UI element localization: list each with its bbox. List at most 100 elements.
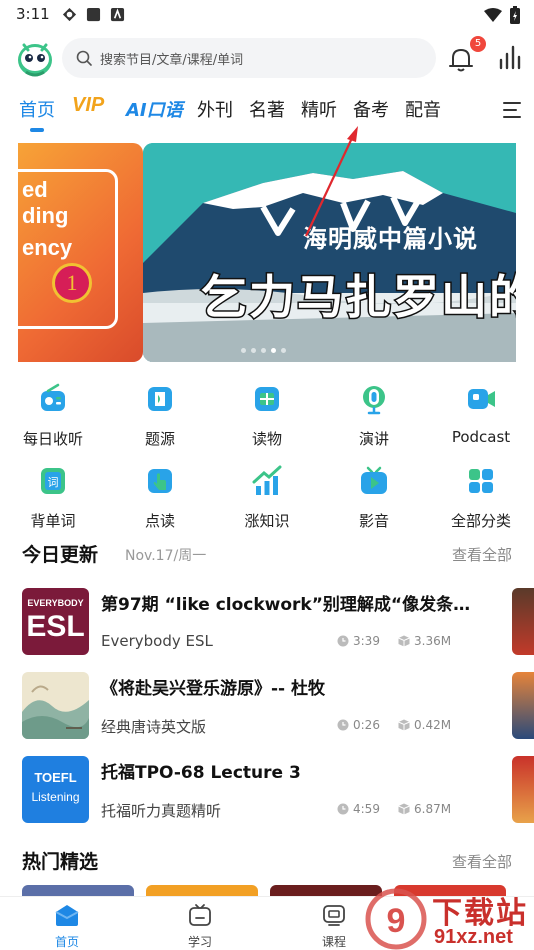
grid-label: 点读	[144, 512, 175, 530]
peek-card[interactable]	[512, 672, 534, 739]
duration-text: 3:39	[353, 634, 380, 648]
grid-item-daily-listening[interactable]: 每日收听	[0, 382, 106, 449]
grid-label: 演讲	[358, 430, 389, 448]
thumbnail-text: Listening	[31, 790, 80, 804]
package-icon	[398, 719, 410, 731]
vocabulary-icon: 词	[41, 468, 65, 494]
svg-text:9: 9	[387, 902, 406, 940]
avatar[interactable]	[16, 38, 54, 78]
top-bar: 搜索节目/文章/课程/单词 5	[0, 34, 534, 84]
site-watermark: 9 下载站 91xz.net	[362, 888, 532, 950]
list-item[interactable]: 《将赴吴兴登乐游原》-- 杜牧 经典唐诗英文版 0:26 0.42M	[22, 672, 512, 744]
size-text: 6.87M	[414, 802, 452, 816]
item-source: 托福听力真题精听	[101, 802, 222, 820]
item-duration: 4:59	[337, 802, 380, 816]
carousel-dot[interactable]	[261, 348, 266, 353]
all-categories-icon	[469, 469, 493, 493]
tv-play-icon	[361, 466, 387, 494]
grid-item-vocabulary[interactable]: 词 背单词	[0, 464, 106, 531]
carousel-dot[interactable]	[251, 348, 256, 353]
tab-dubbing[interactable]: 配音	[405, 96, 441, 122]
grid-item-podcast[interactable]: Podcast	[428, 382, 534, 446]
section-title: 今日更新	[22, 544, 99, 566]
item-duration: 0:26	[337, 718, 380, 732]
duration-text: 4:59	[353, 802, 380, 816]
grid-item-knowledge[interactable]: 涨知识	[214, 464, 320, 531]
grid-item-all-categories[interactable]: 全部分类	[428, 464, 534, 531]
svg-text:词: 词	[48, 476, 59, 489]
reader-icon	[255, 387, 279, 411]
tab-ai-speaking[interactable]: AI口语	[126, 96, 183, 122]
item-source: Everybody ESL	[101, 632, 213, 650]
search-icon	[76, 50, 92, 66]
grid-item-speeches[interactable]: 演讲	[321, 382, 427, 449]
status-bar: 3:11	[0, 0, 534, 28]
grid-label: 每日收听	[22, 430, 83, 448]
peek-card[interactable]	[512, 756, 534, 823]
banner-slide-previous[interactable]: ed ding ency 1	[18, 143, 143, 362]
tab-classics[interactable]: 名著	[249, 96, 285, 122]
nav-courses[interactable]: 课程	[304, 903, 364, 950]
grid-item-question-source[interactable]: 题源	[107, 382, 213, 449]
peek-card[interactable]	[512, 588, 534, 655]
grid-item-readings[interactable]: 读物	[214, 382, 320, 449]
thumbnail: TOEFL Listening	[22, 756, 89, 823]
search-input[interactable]: 搜索节目/文章/课程/单词	[62, 38, 436, 78]
grid-item-tap-read[interactable]: 点读	[107, 464, 213, 531]
carousel-dot[interactable]	[241, 348, 246, 353]
tab-exam-prep[interactable]: 备考	[353, 96, 389, 122]
level-medal: 1	[52, 263, 92, 303]
list-item[interactable]: TOEFL Listening 托福TPO-68 Lecture 3 托福听力真…	[22, 756, 512, 828]
thumbnail: EVERYBODY ESL	[22, 588, 89, 655]
active-tab-indicator	[30, 128, 44, 132]
carousel-dot[interactable]	[281, 348, 286, 353]
tab-home[interactable]: 首页	[19, 96, 55, 122]
section-title: 热门精选	[22, 851, 99, 873]
banner-left-text-2: ding	[22, 203, 69, 228]
banner-slide-current[interactable]: 海明威中篇小说 乞力马扎罗山的	[143, 143, 516, 362]
nav-label: 学习	[187, 935, 212, 949]
grid-label: 涨知识	[244, 512, 290, 530]
menu-icon[interactable]	[502, 100, 522, 120]
thumbnail	[22, 672, 89, 739]
carousel-dot-active[interactable]	[271, 348, 276, 353]
clock-icon	[337, 719, 349, 731]
stats-icon[interactable]	[498, 44, 522, 70]
package-icon	[398, 635, 410, 647]
nav-study[interactable]: 学习	[170, 903, 230, 950]
hot-section-header: 热门精选 查看全部	[22, 847, 512, 875]
tab-intensive-listening[interactable]: 精听	[301, 96, 337, 122]
book-icon	[148, 387, 172, 411]
size-text: 3.36M	[414, 634, 452, 648]
section-date: Nov.17/周一	[125, 548, 207, 564]
grid-label: 全部分类	[450, 512, 511, 530]
battery-icon	[510, 6, 520, 24]
clock-icon	[337, 803, 349, 815]
grid-item-media[interactable]: 影音	[321, 464, 427, 531]
grid-label: 背单词	[30, 512, 76, 530]
nav-home[interactable]: 首页	[37, 903, 97, 950]
view-all-link[interactable]: 查看全部	[452, 851, 512, 872]
app-notification-icon	[62, 7, 76, 21]
radio-icon	[41, 383, 65, 411]
package-icon	[398, 803, 410, 815]
category-tabs: 首页 VIP AI口语 外刊 名著 精听 备考 配音	[0, 90, 534, 134]
item-title: 第97期 “like clockwork”别理解成“像发条装…	[101, 595, 481, 615]
clock-icon	[337, 635, 349, 647]
item-size: 3.36M	[398, 634, 451, 648]
courses-icon	[323, 905, 345, 926]
list-item[interactable]: EVERYBODY ESL 第97期 “like clockwork”别理解成“…	[22, 588, 512, 660]
thumbnail-text: EVERYBODY	[27, 598, 84, 608]
banner-carousel[interactable]: ed ding ency 1 海明威中篇小说 乞力马扎罗山的	[0, 143, 534, 363]
tab-magazines[interactable]: 外刊	[197, 96, 233, 122]
nav-label: 首页	[54, 935, 79, 949]
item-title: 《将赴吴兴登乐游原》-- 杜牧	[101, 679, 326, 699]
banner-left-text-3: ency	[22, 235, 73, 260]
view-all-link[interactable]: 查看全部	[452, 544, 512, 565]
grid-label: 读物	[251, 430, 282, 448]
tab-vip[interactable]: VIP	[72, 94, 104, 117]
item-source: 经典唐诗英文版	[101, 718, 207, 736]
item-size: 6.87M	[398, 802, 451, 816]
video-camera-icon	[468, 389, 495, 409]
carousel-dots	[241, 348, 286, 353]
